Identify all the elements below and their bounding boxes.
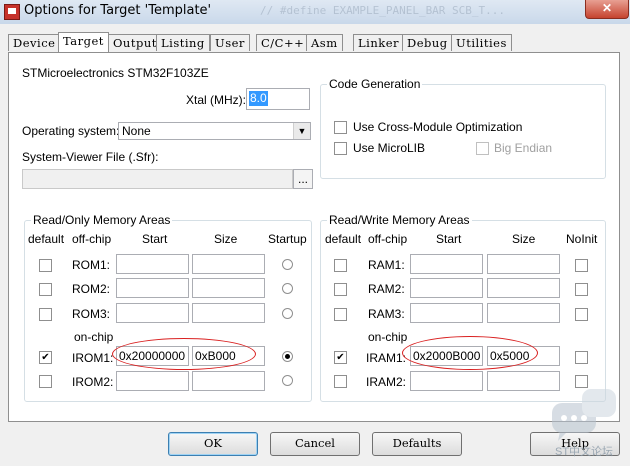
tab-target[interactable]: Target [58,32,109,52]
keil-app-icon [4,4,20,20]
title-bar[interactable]: Options for Target 'Template' // #define… [0,0,630,24]
options-dialog: Options for Target 'Template' // #define… [0,0,630,466]
tab-asm[interactable]: Asm [306,34,343,51]
rom-onchip-label: on-chip [74,330,114,344]
rom-group-title: Read/Only Memory Areas [31,213,173,227]
rom2-size-input[interactable] [192,278,265,298]
rom3-default-checkbox[interactable] [39,308,52,321]
irom2-default-checkbox[interactable] [39,375,52,388]
rom1-label: ROM1: [72,258,111,272]
iram-annotation-ellipse [402,336,538,370]
chevron-down-icon[interactable]: ▼ [293,123,310,139]
irom2-startup-radio[interactable] [282,375,293,386]
device-name: STMicroelectronics STM32F103ZE [22,66,209,80]
tab-c-cpp[interactable]: C/C++ [256,34,310,51]
rom-header-size: Size [214,232,238,246]
ram3-size-input[interactable] [487,303,560,323]
svf-input[interactable] [22,169,293,189]
ram3-label: RAM3: [368,307,405,321]
cross-module-checkbox[interactable] [334,121,347,134]
rom2-label: ROM2: [72,282,111,296]
rom3-startup-radio[interactable] [282,308,293,319]
ram1-default-checkbox[interactable] [334,259,347,272]
ram-header-noinit: NoInit [566,232,598,246]
os-label: Operating system: [22,124,120,138]
iram2-label: IRAM2: [366,375,407,389]
xtal-input[interactable]: 8.0 [246,88,310,110]
microlib-label: Use MicroLIB [353,141,426,155]
ram2-noinit-checkbox[interactable] [575,283,588,296]
tab-listing[interactable]: Listing [156,34,210,51]
ram3-noinit-checkbox[interactable] [575,308,588,321]
big-endian-label: Big Endian [494,141,553,155]
irom1-default-checkbox[interactable]: ✔ [39,351,52,364]
cross-module-label: Use Cross-Module Optimization [353,120,523,134]
ram1-start-input[interactable] [410,254,483,274]
irom2-size-input[interactable] [192,371,265,391]
rom-header-default: default [28,232,65,246]
irom1-label: IROM1: [72,351,114,365]
iram1-default-checkbox[interactable]: ✔ [334,351,347,364]
ram2-size-input[interactable] [487,278,560,298]
ram2-default-checkbox[interactable] [334,283,347,296]
tab-utilities[interactable]: Utilities [451,34,512,51]
svf-browse-button[interactable]: ... [293,169,313,189]
ram-onchip-label: on-chip [368,330,408,344]
rom1-startup-radio[interactable] [282,259,293,270]
big-endian-checkbox[interactable] [476,142,489,155]
tab-device[interactable]: Device [8,34,61,51]
tab-debug[interactable]: Debug [402,34,453,51]
window-title: Options for Target 'Template' [24,3,212,18]
xtal-label: Xtal (MHz): [186,93,246,107]
background-editor-text: // #define EXAMPLE_PANEL_BAR SCB_T... [260,4,506,17]
tab-user[interactable]: User [210,34,250,51]
irom-annotation-ellipse [112,338,256,370]
irom2-label: IROM2: [72,375,114,389]
xtal-value: 8.0 [249,91,268,106]
os-select[interactable]: None ▼ [118,122,311,140]
rom3-label: ROM3: [72,307,111,321]
rom-header-start: Start [142,232,168,246]
rom-header-startup: Startup [268,232,307,246]
irom1-startup-radio[interactable] [282,351,293,362]
rom3-size-input[interactable] [192,303,265,323]
ram1-label: RAM1: [368,258,405,272]
ram-group-title: Read/Write Memory Areas [327,213,472,227]
defaults-button[interactable]: Defaults [372,432,462,456]
rom2-start-input[interactable] [116,278,189,298]
cancel-button[interactable]: Cancel [270,432,360,456]
ram-header-default: default [325,232,362,246]
rom1-start-input[interactable] [116,254,189,274]
rom1-default-checkbox[interactable] [39,259,52,272]
rom2-startup-radio[interactable] [282,283,293,294]
svf-label: System-Viewer File (.Sfr): [22,150,159,164]
rom-header-offchip: off-chip [72,232,112,246]
ram3-default-checkbox[interactable] [334,308,347,321]
rom2-default-checkbox[interactable] [39,283,52,296]
rom1-size-input[interactable] [192,254,265,274]
watermark-text: ST中文论坛 [555,446,614,458]
os-value: None [122,124,151,138]
iram1-noinit-checkbox[interactable] [575,351,588,364]
iram2-default-checkbox[interactable] [334,375,347,388]
irom2-start-input[interactable] [116,371,189,391]
ram-header-start: Start [436,232,462,246]
iram2-start-input[interactable] [410,371,483,391]
ram2-label: RAM2: [368,282,405,296]
iram1-label: IRAM1: [366,351,407,365]
ram2-start-input[interactable] [410,278,483,298]
rom3-start-input[interactable] [116,303,189,323]
ram1-noinit-checkbox[interactable] [575,259,588,272]
code-generation-title: Code Generation [327,77,423,91]
ram-header-size: Size [512,232,536,246]
microlib-checkbox[interactable] [334,142,347,155]
tab-linker[interactable]: Linker [353,34,404,51]
ram1-size-input[interactable] [487,254,560,274]
ram-header-offchip: off-chip [368,232,408,246]
ram3-start-input[interactable] [410,303,483,323]
close-button[interactable]: ✕ [585,0,629,19]
tab-output[interactable]: Output [108,34,162,51]
ok-button[interactable]: OK [168,432,258,456]
